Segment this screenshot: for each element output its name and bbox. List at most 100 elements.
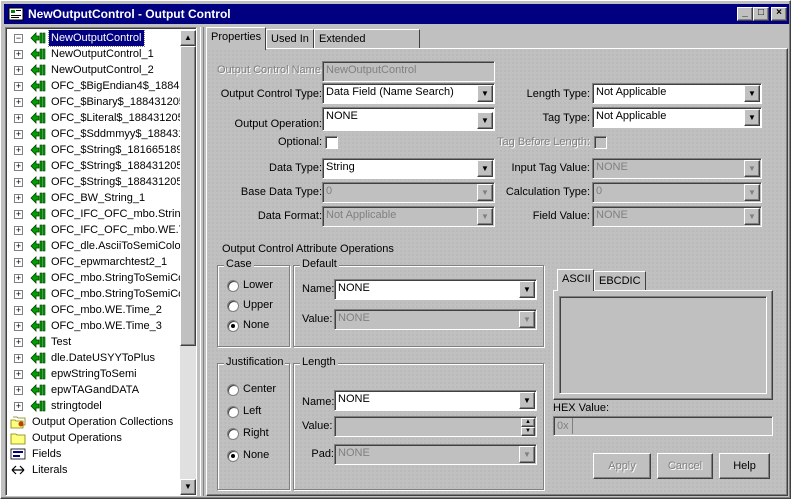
expand-icon[interactable]: + (14, 114, 23, 123)
tree-item[interactable]: + OFC_epwmarchtest2_1 (8, 254, 180, 270)
tree-root-item[interactable]: Output Operations (8, 430, 180, 446)
tree-root-item[interactable]: Fields (8, 446, 180, 462)
scroll-up-button[interactable]: ▲ (180, 30, 196, 46)
tree-item[interactable]: − NewOutputControl (8, 30, 180, 47)
tree-item[interactable]: + OFC_$BigEndian4$_18843 (8, 78, 180, 94)
cancel-button[interactable]: Cancel (657, 453, 713, 479)
tab-properties[interactable]: Properties (206, 27, 266, 50)
expand-icon[interactable]: + (14, 242, 23, 251)
expand-icon[interactable]: + (14, 370, 23, 379)
tag-type-select[interactable]: Not Applicable ▼ (592, 107, 762, 128)
tab-extended-properties[interactable]: Extended Properties (314, 29, 420, 63)
length-name-select[interactable]: NONE ▼ (334, 390, 537, 411)
expand-icon[interactable]: + (14, 130, 23, 139)
tree-item-label: OFC_$String$_1816651898 (51, 144, 180, 156)
tree-item[interactable]: + epwTAGandDATA (8, 382, 180, 398)
tree-item[interactable]: + dle.DateUSYYToPlus (8, 350, 180, 366)
scroll-up-icon: ▲ (184, 33, 192, 42)
spin-up-icon[interactable]: ▲ (521, 418, 535, 427)
output-operation-select[interactable]: NONE ▼ (322, 107, 495, 131)
tree-item[interactable]: + OFC_mbo.WE.Time_2 (8, 302, 180, 318)
expand-icon[interactable]: + (14, 194, 23, 203)
title-bar[interactable]: NewOutputControl - Output Control _ □ × (4, 4, 789, 24)
tree-item[interactable]: + stringtodel (8, 398, 180, 414)
tree-item-label: OFC_mbo.StringToSemiCol (51, 288, 180, 300)
expand-icon[interactable]: + (14, 306, 23, 315)
tree-item[interactable]: + OFC_mbo.WE.Time_3 (8, 318, 180, 334)
expand-icon[interactable]: + (14, 402, 23, 411)
expand-icon[interactable]: + (14, 82, 23, 91)
tree-item[interactable]: + OFC_mbo.StringToSemiCol (8, 286, 180, 302)
expand-icon[interactable]: + (14, 258, 23, 267)
data-type-select[interactable]: String ▼ (322, 158, 495, 179)
output-control-icon (30, 175, 46, 189)
minimize-button[interactable]: _ (737, 7, 753, 21)
chevron-down-icon[interactable]: ▼ (744, 85, 760, 102)
help-button[interactable]: Help (719, 453, 770, 479)
output-control-tree[interactable]: − NewOutputControl + NewOutputControl_1 + New… (5, 27, 197, 496)
tree-item[interactable]: + OFC_IFC_OFC_mbo.WE.Ti (8, 222, 180, 238)
scroll-down-button[interactable]: ▼ (180, 479, 196, 495)
tree-root-label: Output Operation Collections (32, 416, 174, 428)
expand-icon[interactable]: + (14, 274, 23, 283)
tree-item[interactable]: + OFC_$String$_1816651898 (8, 142, 180, 158)
tree-item[interactable]: + OFC_BW_String_1 (8, 190, 180, 206)
expand-icon[interactable]: + (14, 354, 23, 363)
chevron-down-icon[interactable]: ▼ (519, 392, 535, 409)
tree-item[interactable]: + OFC_IFC_OFC_mbo.StringT (8, 206, 180, 222)
case-upper-radio[interactable] (227, 300, 239, 312)
tree-item[interactable]: + OFC_$String$_188431205 (8, 174, 180, 190)
tree-item[interactable]: + Test (8, 334, 180, 350)
tree-item[interactable]: + OFC_$String$_188431205 (8, 158, 180, 174)
justify-right-radio[interactable] (227, 428, 239, 440)
tree-item[interactable]: + NewOutputControl_1 (8, 46, 180, 62)
scroll-thumb[interactable] (180, 46, 196, 346)
tab-ebcdic[interactable]: EBCDIC (594, 271, 646, 291)
tab-ascii[interactable]: ASCII (557, 269, 594, 291)
output-control-type-select[interactable]: Data Field (Name Search) ▼ (322, 83, 495, 104)
length-type-select[interactable]: Not Applicable ▼ (592, 83, 762, 104)
maximize-button[interactable]: □ (753, 7, 769, 21)
expand-icon[interactable]: + (14, 210, 23, 219)
tree-scrollbar[interactable]: ▲ ▼ (180, 30, 196, 495)
tree-item[interactable]: + epwStringToSemi (8, 366, 180, 382)
tree-item[interactable]: + OFC_$Literal$_188431205 (8, 110, 180, 126)
tree-item-label: Test (51, 336, 72, 348)
collapse-icon[interactable]: − (14, 34, 23, 43)
expand-icon[interactable]: + (14, 66, 23, 75)
expand-icon[interactable]: + (14, 162, 23, 171)
splitter[interactable] (200, 27, 204, 496)
expand-icon[interactable]: + (14, 98, 23, 107)
expand-icon[interactable]: + (14, 226, 23, 235)
tree-item[interactable]: + OFC_dle.AsciiToSemiColon (8, 238, 180, 254)
justify-center-radio[interactable] (227, 384, 239, 396)
default-name-select[interactable]: NONE ▼ (334, 279, 537, 300)
tree-item[interactable]: + OFC_$Sddmmyy$_1884312 (8, 126, 180, 142)
close-button[interactable]: × (771, 7, 787, 21)
tree-item-label: OFC_$Literal$_188431205 (51, 112, 180, 124)
hex-value-field: 0x (553, 416, 773, 436)
expand-icon[interactable]: + (14, 178, 23, 187)
expand-icon[interactable]: + (14, 338, 23, 347)
tree-item[interactable]: + OFC_$Binary$_188431205 (8, 94, 180, 110)
tree-item[interactable]: + NewOutputControl_2 (8, 62, 180, 78)
justify-left-radio[interactable] (227, 406, 239, 418)
expand-icon[interactable]: + (14, 50, 23, 59)
optional-checkbox[interactable] (325, 136, 338, 149)
expand-icon[interactable]: + (14, 290, 23, 299)
expand-icon[interactable]: + (14, 386, 23, 395)
case-lower-radio[interactable] (227, 280, 239, 292)
expand-icon[interactable]: + (14, 322, 23, 331)
chevron-down-icon[interactable]: ▼ (519, 281, 535, 298)
tree-item[interactable]: + OFC_mbo.StringToSemiCol (8, 270, 180, 286)
hex-prefix: 0x (557, 420, 569, 432)
case-none-radio[interactable] (227, 320, 239, 332)
tree-root-item[interactable]: Literals (8, 462, 180, 478)
chevron-down-icon[interactable]: ▼ (744, 109, 760, 126)
spin-down-icon[interactable]: ▼ (521, 427, 535, 436)
tab-used-in[interactable]: Used In (266, 29, 314, 49)
justify-none-radio[interactable] (227, 450, 239, 462)
expand-icon[interactable]: + (14, 146, 23, 155)
tree-root-item[interactable]: Output Operation Collections (8, 414, 180, 430)
apply-button[interactable]: Apply (593, 453, 651, 479)
